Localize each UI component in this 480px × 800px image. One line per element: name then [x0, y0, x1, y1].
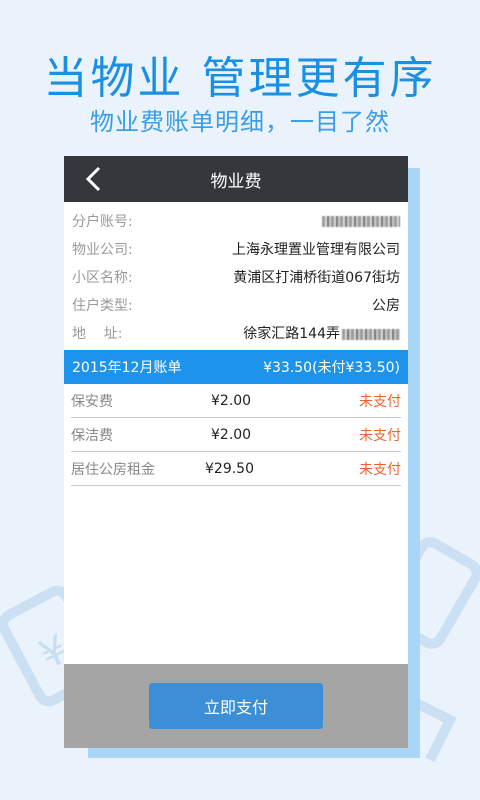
bottom-action-bar: 立即支付: [64, 664, 408, 748]
info-value-redacted: [322, 213, 400, 229]
fee-name: 居住公房租金: [71, 461, 155, 478]
address-text: 徐家汇路144弄: [243, 326, 340, 342]
account-info: 分户账号: 物业公司: 上海永理置业管理有限公司 小区名称: 黄浦区打浦桥街道0…: [64, 202, 408, 347]
fee-status: 未支付: [359, 427, 401, 444]
back-button[interactable]: [74, 156, 114, 202]
info-label: 小区名称:: [72, 270, 133, 286]
info-label: 住户类型:: [72, 298, 133, 314]
fee-amount: ¥2.00: [211, 392, 252, 409]
info-label: 物业公司:: [72, 242, 133, 258]
fee-row: 保安费 ¥2.00 未支付: [71, 384, 401, 418]
info-value: 黄浦区打浦桥街道067街坊: [233, 270, 400, 286]
banner-subline: 物业费账单明细，一目了然: [90, 108, 390, 136]
fee-row: 保洁费 ¥2.00 未支付: [71, 418, 401, 452]
pay-now-button[interactable]: 立即支付: [149, 683, 323, 729]
fee-amount: ¥29.50: [205, 460, 254, 477]
info-row-community: 小区名称: 黄浦区打浦桥街道067街坊: [64, 263, 408, 291]
phone-screen: 物业费 分户账号: 物业公司: 上海永理置业管理有限公司 小区名称: 黄浦区打浦…: [64, 156, 408, 748]
fee-row: 居住公房租金 ¥29.50 未支付: [71, 452, 401, 486]
info-label: 地 址:: [72, 326, 123, 342]
bill-period: 2015年12月账单: [72, 360, 182, 376]
fee-name: 保安费: [71, 393, 113, 410]
info-value: 上海永理置业管理有限公司: [232, 242, 400, 258]
fee-amount: ¥2.00: [211, 426, 252, 443]
banner-headline: 当物业 管理更有序: [43, 53, 437, 104]
info-value: 公房: [372, 298, 400, 314]
info-row-address: 地 址: 徐家汇路144弄: [64, 319, 408, 347]
info-label: 分户账号:: [72, 214, 133, 230]
info-row-account: 分户账号:: [64, 207, 408, 235]
fee-name: 保洁费: [71, 427, 113, 444]
info-row-type: 住户类型: 公房: [64, 291, 408, 319]
info-row-company: 物业公司: 上海永理置业管理有限公司: [64, 235, 408, 263]
bill-summary: ¥33.50(未付¥33.50): [263, 360, 400, 376]
chevron-left-icon: [85, 166, 101, 192]
fee-status: 未支付: [359, 461, 401, 478]
title-bar: 物业费: [64, 156, 408, 202]
info-value-address: 徐家汇路144弄: [243, 323, 400, 343]
page-title: 物业费: [210, 171, 262, 192]
fee-status: 未支付: [359, 393, 401, 410]
bill-header[interactable]: 2015年12月账单 ¥33.50(未付¥33.50): [64, 350, 408, 384]
fee-list: 保安费 ¥2.00 未支付 保洁费 ¥2.00 未支付 居住公房租金 ¥29.5…: [64, 384, 408, 486]
